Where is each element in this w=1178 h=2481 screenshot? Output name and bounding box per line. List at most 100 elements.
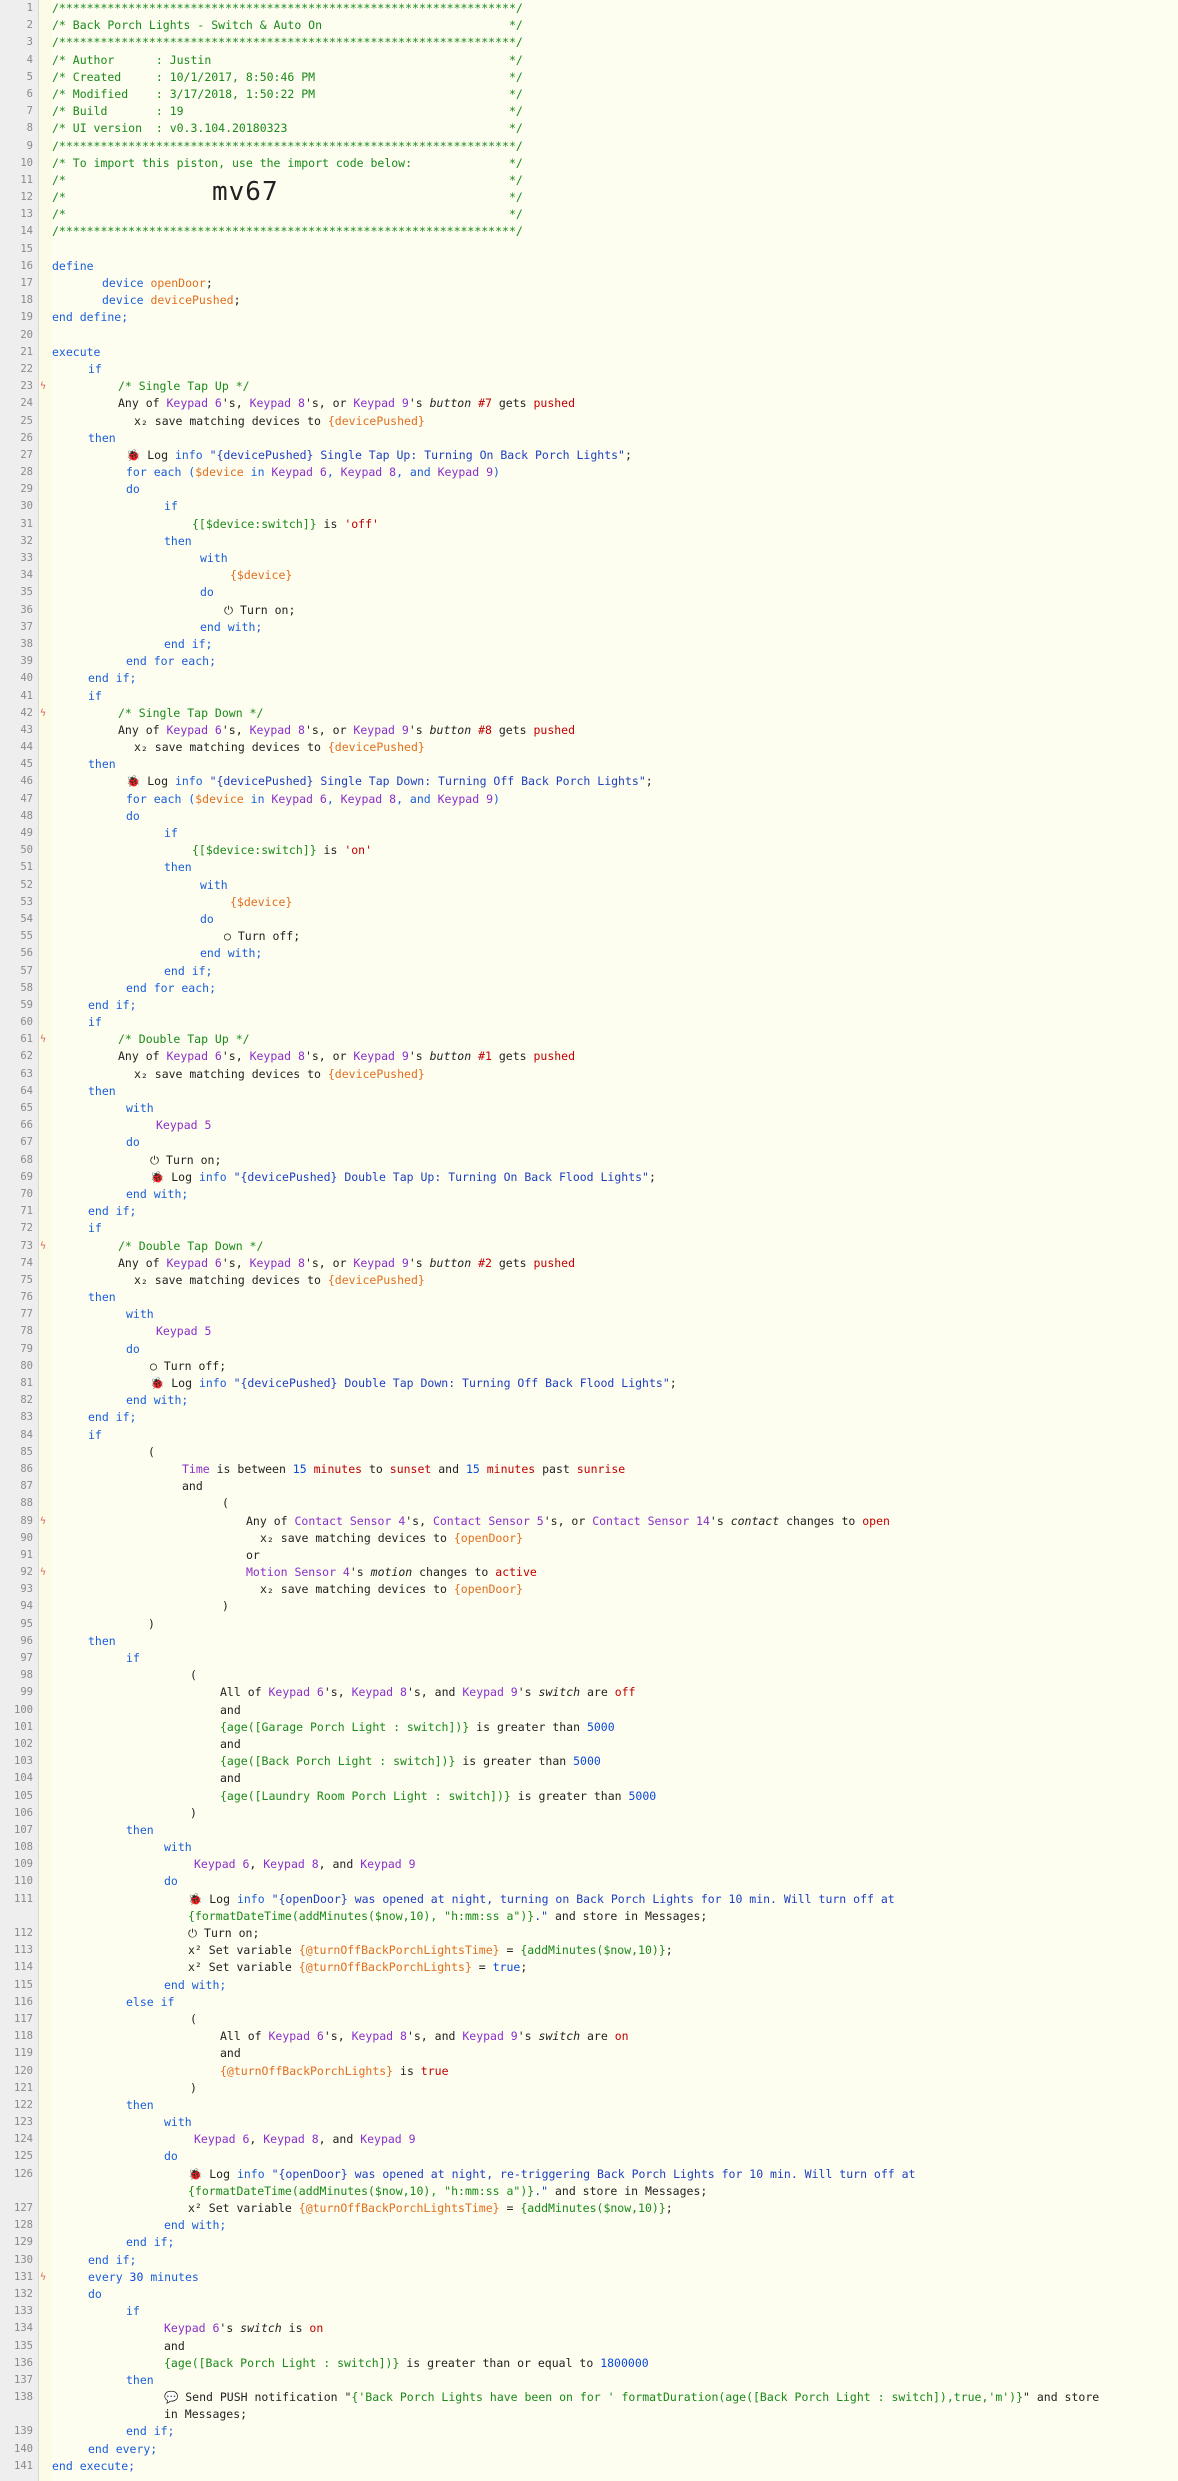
code-line: 109 Keypad 6, Keypad 8, and Keypad 9 (0, 1856, 1178, 1873)
code-text: end with; (200, 619, 263, 634)
code-line: 85 ( (0, 1444, 1178, 1461)
code-text: {@turnOffBackPorchLights} is true (220, 2063, 449, 2078)
line-number: 51 (20, 861, 33, 874)
code-line: 125 do (0, 2148, 1178, 2165)
line-number: 57 (20, 964, 33, 977)
code-text: and (220, 1702, 241, 1717)
code-text: Keypad 6, Keypad 8, and Keypad 9 (194, 2132, 416, 2147)
code-line: 110 do (0, 1873, 1178, 1890)
code-line: 126 🐞 Log info "{openDoor} was opened at … (0, 2166, 1178, 2183)
line-number: 14 (20, 225, 33, 238)
line-number: 3 (26, 36, 33, 49)
code-line: 79 do (0, 1341, 1178, 1358)
line-number: 109 (14, 1858, 33, 1871)
line-number: 107 (14, 1823, 33, 1836)
line-number: 127 (14, 2202, 33, 2214)
line-number: 47 (20, 792, 33, 805)
line-number: 35 (20, 586, 33, 599)
code-line: 75 x₂ save matching devices to {devicePus… (0, 1272, 1178, 1289)
code-line: 72 if (0, 1220, 1178, 1237)
code-text: ) (190, 2080, 197, 2095)
code-text: ⏻ Turn on; (224, 602, 296, 617)
code-line: 15 (0, 241, 1178, 258)
line-number: 106 (14, 1806, 33, 1819)
line-number: 60 (20, 1016, 33, 1029)
code-line: 35 do (0, 584, 1178, 601)
code-line: 57 end if; (0, 963, 1178, 980)
trigger-flash-icon: ϟ (40, 1567, 47, 1579)
code-line: 123 with (0, 2114, 1178, 2131)
code-line: 116 else if (0, 1994, 1178, 2011)
line-number: 131 (14, 2270, 33, 2283)
code-text: if (126, 1651, 140, 1665)
code-text: do (126, 482, 140, 497)
code-line: 95) (0, 1616, 1178, 1633)
code-line: 61 ϟ /* Double Tap Up */ (0, 1031, 1178, 1048)
code-line: 9 /**************************************… (0, 138, 1178, 155)
code-text: and (164, 2338, 185, 2353)
code-line: 140 end every; (0, 2441, 1178, 2458)
code-text: {age([Garage Porch Light : switch])} is … (220, 1719, 615, 1734)
code-line: 25 x₂ save matching devices to {devicePus… (0, 413, 1178, 430)
code-line: 62 Any of Keypad 6's, Keypad 8's, or Keyp… (0, 1048, 1178, 1065)
code-line: 103 {age([Back Porch Light : switch])} is… (0, 1753, 1178, 1770)
line-number: 53 (20, 895, 33, 908)
code-line: 66 Keypad 5 (0, 1117, 1178, 1134)
code-text: ) (148, 1616, 155, 1631)
code-line: 38 end if; (0, 636, 1178, 653)
line-number: 118 (14, 2030, 33, 2043)
code-text: /***************************************… (52, 35, 523, 50)
line-number: 15 (20, 242, 33, 255)
code-text: /* Double Tap Down */ (118, 1238, 264, 1253)
code-line: 117 ( (0, 2011, 1178, 2028)
line-number: 141 (14, 2459, 33, 2472)
line-number: 33 (20, 552, 33, 564)
code-text: ( (222, 1496, 229, 1511)
code-line: 3 /**************************************… (0, 34, 1178, 51)
trigger-flash-icon: ϟ (40, 2271, 47, 2283)
code-line: 48 do (0, 808, 1178, 825)
line-number: 62 (20, 1050, 33, 1063)
code-text: then (88, 1083, 116, 1098)
code-text: then (164, 533, 192, 548)
line-number: 111 (14, 1892, 33, 1905)
code-line: 136 {age([Back Porch Light : switch])} is… (0, 2355, 1178, 2372)
code-text: every 30 minutes (88, 2269, 199, 2284)
line-number: 121 (14, 2081, 33, 2094)
code-line: 55 ○ Turn off; (0, 928, 1178, 945)
code-text: {$device} (230, 568, 293, 583)
line-number: 79 (20, 1342, 33, 1355)
code-line: 98 ( (0, 1667, 1178, 1684)
code-text: if (126, 2304, 140, 2319)
line-number: 68 (20, 1153, 33, 1166)
piston-code-view: { "lines": [ "/*************************… (0, 0, 1178, 2481)
line-number: 50 (20, 844, 33, 857)
code-line: 41 if (0, 688, 1178, 705)
code-text: x² Set variable {@turnOffBackPorchLights… (188, 1960, 528, 1975)
line-number: 71 (20, 1205, 33, 1218)
line-number: 9 (26, 139, 33, 152)
code-text: end if; (88, 1410, 137, 1425)
code-line: 51 then (0, 859, 1178, 876)
line-number: 74 (20, 1256, 33, 1269)
code-text: end if; (88, 671, 137, 686)
line-number: 122 (14, 2098, 33, 2111)
code-line: 90 x₂ save matching devices to {openDoor} (0, 1530, 1178, 1547)
line-number: 16 (20, 259, 33, 272)
code-text: {age([Back Porch Light : switch])} is gr… (220, 1754, 601, 1769)
line-number: 82 (20, 1394, 33, 1407)
line-number: 32 (20, 534, 33, 547)
code-text: then (88, 757, 116, 772)
code-line: 112 ⏻ Turn on; (0, 1925, 1178, 1942)
line-number: 136 (14, 2356, 33, 2369)
line-number: 105 (14, 1789, 33, 1802)
code-line: 100 and (0, 1702, 1178, 1719)
line-number: 19 (20, 311, 33, 324)
code-text: All of Keypad 6's, Keypad 8's, and Keypa… (220, 1685, 636, 1700)
code-line: 127 x² Set variable {@turnOffBackPorchLig… (0, 2200, 1178, 2217)
line-number: 65 (20, 1102, 33, 1114)
code-text: x₂ save matching devices to {devicePushe… (134, 413, 425, 428)
code-line: 114 x² Set variable {@turnOffBackPorchLig… (0, 1959, 1178, 1976)
code-text: and (220, 1771, 241, 1786)
code-line: 40 end if; (0, 670, 1178, 687)
